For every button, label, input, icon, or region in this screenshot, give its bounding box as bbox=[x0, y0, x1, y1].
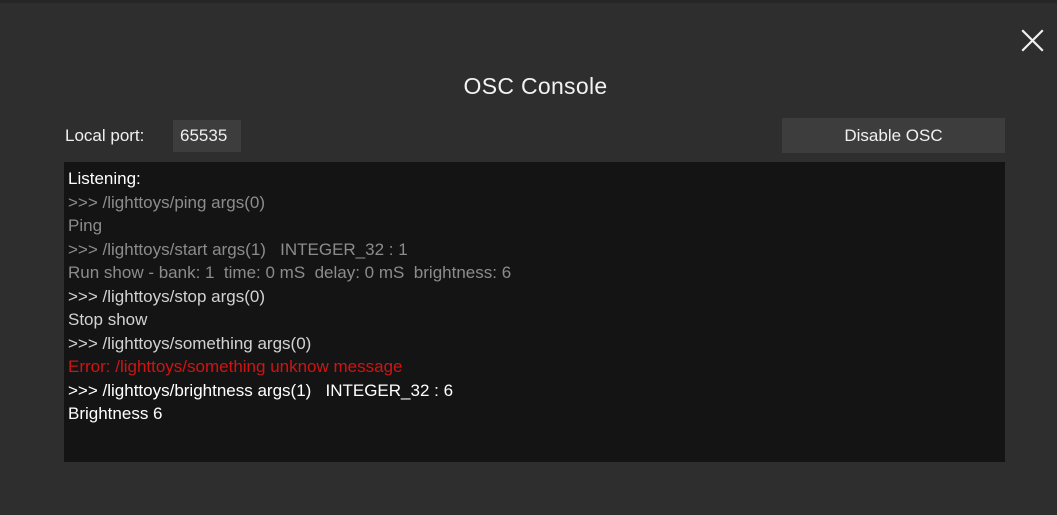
local-port-input[interactable] bbox=[173, 120, 241, 152]
close-button[interactable] bbox=[1016, 24, 1050, 58]
log-line: Stop show bbox=[68, 310, 148, 329]
log-line: >>> /lighttoys/brightness args(1) INTEGE… bbox=[68, 380, 454, 400]
disable-osc-button[interactable]: Disable OSC bbox=[782, 118, 1005, 153]
close-icon bbox=[1021, 29, 1044, 52]
log-line: >>> /lighttoys/start args(1) INTEGER_32 … bbox=[68, 239, 408, 259]
osc-console-dialog: OSC Console Local port: Disable OSC List… bbox=[0, 0, 1057, 515]
log-line: Run show - bank: 1 time: 0 mS delay: 0 m… bbox=[68, 263, 512, 282]
log-line: Brightness 6 bbox=[68, 404, 163, 423]
log-line: >>> /lighttoys/stop args(0) bbox=[68, 286, 266, 306]
log-line: Listening: bbox=[68, 169, 141, 188]
local-port-label: Local port: bbox=[65, 126, 145, 145]
dialog-title: OSC Console bbox=[463, 73, 608, 99]
log-line: >>> /lighttoys/ping args(0) bbox=[68, 192, 266, 212]
log-line: >>> /lighttoys/something args(0) bbox=[68, 333, 312, 353]
log-line: Ping bbox=[68, 216, 103, 235]
top-divider bbox=[0, 0, 1057, 3]
log-line-error: Error: /lighttoys/something unknow messa… bbox=[68, 357, 403, 376]
osc-log-output[interactable]: Listening: >>> /lighttoys/ping args(0) Pin… bbox=[64, 162, 1005, 462]
